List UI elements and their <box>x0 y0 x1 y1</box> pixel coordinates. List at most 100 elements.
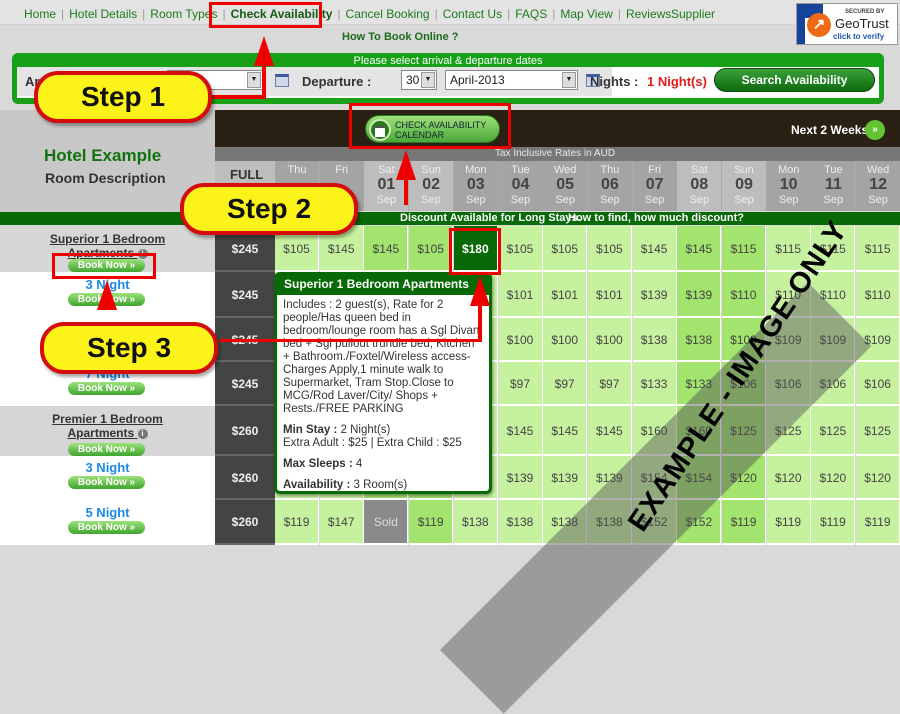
rate-cell[interactable]: $138 <box>677 318 722 362</box>
room-description-heading: Room Description <box>45 170 166 186</box>
rate-cell[interactable]: $125 <box>811 406 856 456</box>
rate-cell[interactable]: $139 <box>543 456 588 500</box>
rate-cell[interactable]: $133 <box>632 362 677 406</box>
rate-cell[interactable]: $119 <box>722 500 766 545</box>
info-icon[interactable]: i <box>137 429 148 439</box>
rate-cell[interactable]: $97 <box>587 362 632 406</box>
nav-supplier-link[interactable]: Supplier <box>671 7 715 21</box>
rate-cell[interactable]: $105 <box>409 226 454 272</box>
day-column-header: Tue 11 Sep <box>811 161 856 211</box>
next-arrow-icon[interactable]: » <box>865 120 885 140</box>
rate-cell[interactable]: $115 <box>856 226 900 272</box>
nights-value: 1 Night(s) <box>647 74 707 89</box>
stay-option-row: 3 Night Book Now » <box>0 456 215 500</box>
full-rate-cell: $260 <box>215 500 275 545</box>
room-type-row: Premier 1 Bedroom Apartments i Book Now » <box>0 406 215 456</box>
book-now-button[interactable]: Book Now » <box>68 382 145 395</box>
nav-home[interactable]: Home <box>24 7 56 21</box>
rate-cell[interactable]: $105 <box>587 226 632 272</box>
nav-contact-us[interactable]: Contact Us <box>443 7 502 21</box>
tooltip-title: Superior 1 Bedroom Apartments <box>277 275 489 295</box>
rate-cell[interactable]: $138 <box>632 318 677 362</box>
nav-cancel-booking[interactable]: Cancel Booking <box>346 7 430 21</box>
book-now-button[interactable]: Book Now » <box>68 443 145 456</box>
rate-cell[interactable]: $100 <box>498 318 543 362</box>
departure-day-select[interactable]: 30 ▼ <box>401 70 437 90</box>
departure-month-select[interactable]: April-2013 ▼ <box>445 70 578 90</box>
step-1-callout: Step 1 <box>34 71 212 123</box>
step-2-callout: Step 2 <box>180 183 358 235</box>
search-hint: Please select arrival & departure dates <box>353 55 543 67</box>
rate-cell[interactable]: $115 <box>722 226 766 272</box>
discount-link[interactable]: How to find, how much discount? <box>568 212 744 224</box>
rate-cell[interactable]: $138 <box>498 500 543 545</box>
rate-cell[interactable]: $119 <box>409 500 454 545</box>
rate-cell[interactable]: $120 <box>856 456 900 500</box>
tooltip-availability: 3 Room(s) <box>353 479 408 491</box>
rate-cell[interactable]: $147 <box>319 500 364 545</box>
nav-room-types[interactable]: Room Types <box>150 7 217 21</box>
tooltip-includes: Includes : 2 guest(s), Rate for 2 people… <box>283 299 480 415</box>
rate-cell[interactable]: $101 <box>498 272 543 318</box>
day-column-header: Thu 06 Sep <box>587 161 632 211</box>
rate-cell[interactable]: $101 <box>587 272 632 318</box>
rate-cell[interactable]: $145 <box>543 406 588 456</box>
rate-cell[interactable]: $97 <box>543 362 588 406</box>
day-column-header: Mon 10 Sep <box>766 161 811 211</box>
rate-cell[interactable]: $139 <box>498 456 543 500</box>
rate-cell[interactable]: $110 <box>856 272 900 318</box>
rate-cell[interactable]: $101 <box>543 272 588 318</box>
nav-hotel-details[interactable]: Hotel Details <box>69 7 137 21</box>
full-rate-cell: $260 <box>215 456 275 500</box>
book-now-button[interactable]: Book Now » <box>68 520 145 534</box>
rate-cell[interactable]: $120 <box>766 456 811 500</box>
tax-note: Tax Inclusive Rates in AUD <box>495 148 616 159</box>
rate-cell[interactable]: $105 <box>498 226 543 272</box>
room-type-name[interactable]: Premier 1 Bedroom Apartments i <box>0 412 215 440</box>
rate-cell[interactable]: $138 <box>453 500 498 545</box>
geotrust-logo-icon: ↗ <box>807 13 831 37</box>
rate-cell[interactable]: $145 <box>364 226 409 272</box>
rate-cell[interactable]: $119 <box>275 500 319 545</box>
day-column-header: Fri 07 Sep <box>632 161 677 211</box>
nav-map-view[interactable]: Map View <box>560 7 612 21</box>
geotrust-seal[interactable]: ↗ SECURED BY GeoTrust click to verify <box>796 3 898 45</box>
stay-option-row: 5 Night Book Now » <box>0 500 215 545</box>
nav-reviews[interactable]: Reviews <box>626 7 671 21</box>
rate-cell[interactable]: $145 <box>632 226 677 272</box>
day-column-header: Sun 09 Sep <box>722 161 766 211</box>
hotel-name: Hotel Example <box>44 146 162 165</box>
rate-cell[interactable]: $100 <box>543 318 588 362</box>
rate-cell[interactable]: $139 <box>632 272 677 318</box>
highlight-selected-rate <box>449 228 501 275</box>
rate-cell[interactable]: $106 <box>856 362 900 406</box>
arrival-calendar-icon[interactable] <box>275 74 289 87</box>
rate-cell[interactable]: $145 <box>587 406 632 456</box>
rate-cell[interactable]: $100 <box>587 318 632 362</box>
tooltip-extras: Extra Adult : $25 | Extra Child : $25 <box>283 437 462 449</box>
search-availability-button[interactable]: Search Availability <box>714 68 875 92</box>
tooltip-min-stay: 2 Night(s) <box>340 424 391 436</box>
rate-cell[interactable]: $119 <box>856 500 900 545</box>
room-info-tooltip: Superior 1 Bedroom Apartments Includes :… <box>274 272 492 494</box>
rate-cell[interactable]: $139 <box>677 272 722 318</box>
departure-label: Departure : <box>302 74 372 89</box>
book-now-button[interactable]: Book Now » <box>68 476 145 489</box>
nav-faqs[interactable]: FAQS <box>515 7 547 21</box>
rate-cell[interactable]: $119 <box>766 500 811 545</box>
rate-cell[interactable]: $145 <box>677 226 722 272</box>
rate-cell[interactable]: $97 <box>498 362 543 406</box>
top-navigation: Home | Hotel Details | Room Types | Check Avai… <box>0 0 900 25</box>
day-column-header: Tue 04 Sep <box>498 161 543 211</box>
how-to-book-link[interactable]: How To Book Online ? <box>342 31 459 43</box>
discount-text: Discount Available for Long Stays. <box>400 212 581 224</box>
rate-cell[interactable]: $120 <box>811 456 856 500</box>
rate-cell[interactable]: $119 <box>811 500 856 545</box>
rate-cell[interactable]: $125 <box>856 406 900 456</box>
rate-cell[interactable]: $105 <box>543 226 588 272</box>
next-two-weeks-link[interactable]: Next 2 Weeks <box>791 123 868 137</box>
rate-cell[interactable]: $145 <box>498 406 543 456</box>
step-3-callout: Step 3 <box>40 322 218 374</box>
sold-out-cell: Sold <box>364 500 409 545</box>
rate-cell[interactable]: $110 <box>722 272 766 318</box>
